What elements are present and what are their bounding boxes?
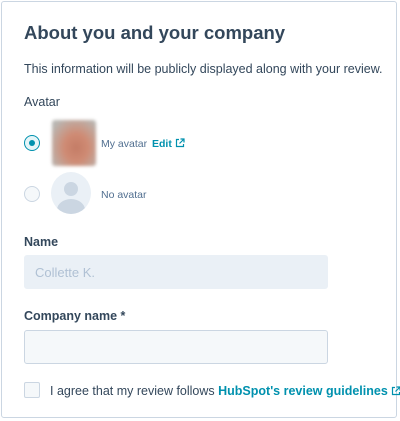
no-avatar-radio[interactable]: [24, 186, 40, 202]
edit-avatar-label: Edit: [152, 138, 172, 150]
agree-checkbox[interactable]: [24, 382, 40, 398]
no-avatar-label: No avatar: [101, 189, 147, 201]
edit-avatar-link[interactable]: Edit: [152, 138, 185, 150]
avatar-label: Avatar: [24, 95, 60, 109]
my-avatar-label: My avatar: [101, 138, 148, 150]
external-link-icon: [175, 138, 185, 148]
section-title: About you and your company: [24, 22, 286, 43]
review-guidelines-label: HubSpot's review guidelines: [218, 384, 388, 398]
name-label: Name: [24, 235, 59, 249]
radio-selected-icon: [28, 139, 35, 146]
company-name-input[interactable]: [24, 330, 328, 364]
avatar-placeholder-head: [64, 182, 78, 196]
review-guidelines-link[interactable]: HubSpot's review guidelines: [218, 384, 400, 398]
about-you-card: About you and your company This informat…: [1, 1, 400, 418]
agreement-label: I agree that my review follows: [50, 384, 219, 398]
name-input[interactable]: [24, 255, 328, 289]
section-description: This information will be publicly displa…: [24, 62, 383, 76]
avatar-placeholder-icon: [51, 172, 91, 214]
company-name-label: Company name *: [24, 309, 126, 323]
avatar-placeholder-body: [57, 199, 85, 214]
user-avatar-image: [52, 120, 96, 166]
agreement-text: I agree that my review follows HubSpot's…: [50, 384, 400, 398]
my-avatar-radio[interactable]: [24, 135, 40, 151]
external-link-icon: [391, 386, 400, 396]
